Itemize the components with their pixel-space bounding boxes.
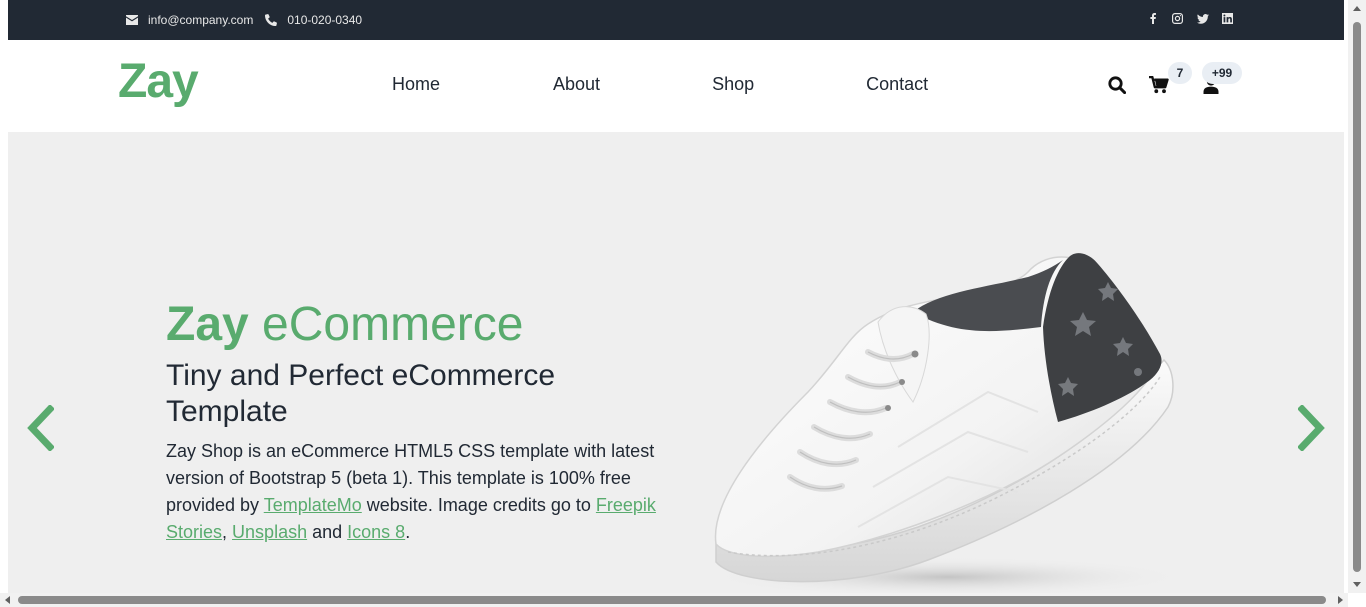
hero-text-part: website. Image credits go to: [361, 495, 596, 515]
hero-title-rest: eCommerce: [248, 298, 524, 351]
hero-text-part: and: [307, 522, 348, 542]
contact-info: info@company.com 010-020-0340: [126, 10, 374, 30]
scroll-right-arrow-icon[interactable]: [1338, 596, 1343, 604]
search-icon[interactable]: [1106, 74, 1128, 96]
top-info-bar: info@company.com 010-020-0340: [8, 0, 1344, 40]
nav-menu: Home About Shop Contact: [392, 74, 928, 95]
phone-text: 010-020-0340: [287, 13, 363, 27]
chevron-right-icon: [1298, 405, 1325, 451]
hero-carousel: Zay eCommerce Tiny and Perfect eCommerce…: [8, 132, 1344, 593]
carousel-next-button[interactable]: [1292, 400, 1332, 456]
vertical-scroll-thumb[interactable]: [1353, 22, 1361, 572]
vertical-scrollbar[interactable]: [1348, 0, 1366, 593]
hero-title-brand: Zay: [166, 298, 249, 351]
templatemo-link[interactable]: TemplateMo: [264, 495, 362, 515]
scroll-down-arrow-icon[interactable]: [1353, 582, 1361, 587]
email-link[interactable]: info@company.com: [126, 13, 253, 27]
nav-link-home[interactable]: Home: [392, 74, 440, 95]
carousel-prev-button[interactable]: [20, 400, 60, 456]
hero-sneaker-image: [708, 253, 1188, 593]
user-count-badge: +99: [1202, 62, 1242, 84]
social-links: [1134, 12, 1234, 25]
hero-text-part: .: [405, 522, 411, 542]
linkedin-icon[interactable]: [1221, 12, 1234, 25]
envelope-icon: [126, 15, 138, 25]
main-navbar: Zay Home About Shop Contact 7 +99: [8, 40, 1344, 132]
nav-link-shop[interactable]: Shop: [712, 74, 754, 95]
horizontal-scroll-thumb[interactable]: [18, 596, 1326, 604]
nav-link-contact[interactable]: Contact: [866, 74, 928, 95]
facebook-icon[interactable]: [1146, 12, 1159, 25]
brand-logo[interactable]: Zay: [118, 54, 199, 109]
phone-icon: [265, 14, 278, 26]
hero-subtitle: Tiny and Perfect eCommerce Template: [166, 359, 556, 428]
icons8-link[interactable]: Icons 8: [347, 522, 405, 542]
chevron-left-icon: [27, 405, 54, 451]
scroll-left-arrow-icon[interactable]: [5, 596, 10, 604]
hero-description: Zay Shop is an eCommerce HTML5 CSS templ…: [166, 438, 666, 546]
scroll-up-arrow-icon[interactable]: [1353, 6, 1361, 11]
nav-link-about[interactable]: About: [553, 74, 600, 95]
hero-text-part: ,: [222, 522, 233, 542]
instagram-icon[interactable]: [1171, 12, 1184, 25]
cart-count-badge: 7: [1168, 62, 1192, 84]
unsplash-link[interactable]: Unsplash: [232, 522, 307, 542]
phone-link[interactable]: 010-020-0340: [265, 13, 362, 27]
email-text: info@company.com: [148, 13, 254, 27]
page: info@company.com 010-020-0340 Zay Home A…: [8, 0, 1344, 593]
twitter-icon[interactable]: [1196, 12, 1209, 25]
horizontal-scrollbar[interactable]: [0, 593, 1348, 607]
cart-icon[interactable]: [1148, 74, 1170, 96]
hero-title: Zay eCommerce: [166, 297, 523, 352]
